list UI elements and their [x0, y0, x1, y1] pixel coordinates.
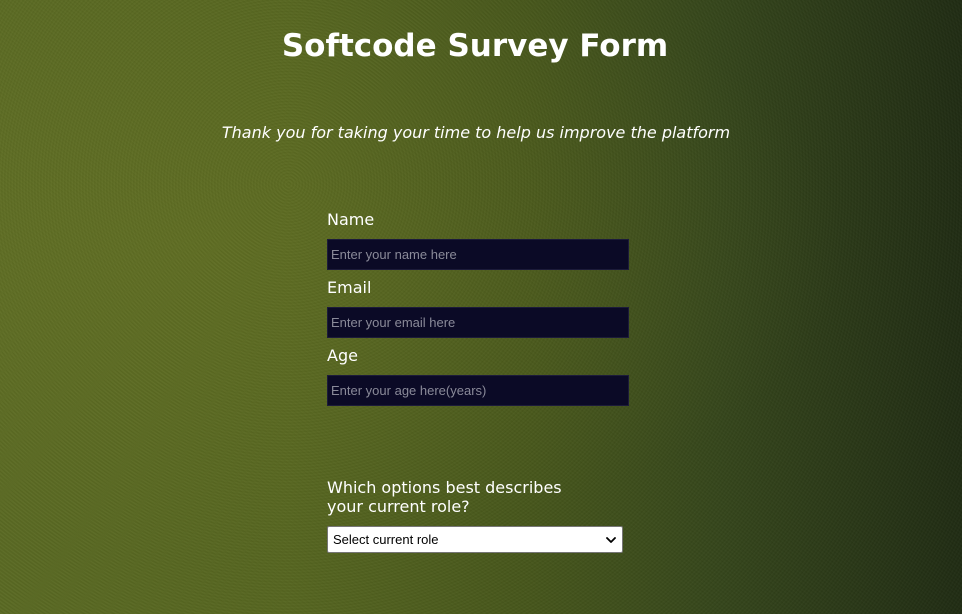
page-description: Thank you for taking your time to help u…	[221, 123, 731, 142]
role-question-group: Which options best describes your curren…	[327, 478, 623, 553]
role-dropdown-value: Select current role	[333, 532, 439, 547]
role-question-label: Which options best describes your curren…	[327, 478, 562, 516]
chevron-down-icon	[606, 537, 616, 543]
page-title: Softcode Survey Form	[281, 28, 669, 64]
email-label: Email	[327, 278, 372, 297]
survey-form: Name Email Age	[327, 210, 629, 414]
age-label: Age	[327, 346, 358, 365]
role-dropdown[interactable]: Select current role	[327, 526, 623, 553]
name-input[interactable]	[327, 239, 629, 270]
email-input[interactable]	[327, 307, 629, 338]
name-label: Name	[327, 210, 375, 229]
age-input[interactable]	[327, 375, 629, 406]
